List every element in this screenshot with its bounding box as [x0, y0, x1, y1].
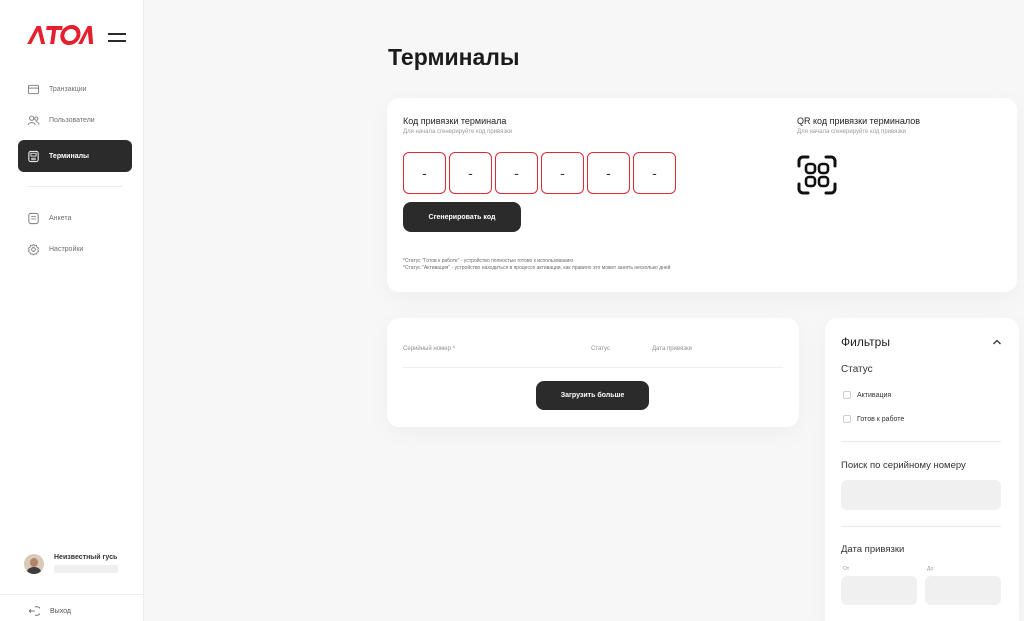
sidebar-item-users[interactable]: Пользователи	[18, 109, 132, 131]
chevron-up-icon[interactable]	[992, 338, 1002, 346]
sidebar-item-label: Транзакции	[49, 85, 87, 93]
code-digit: -	[633, 152, 676, 194]
logout-button[interactable]: Выход	[28, 605, 71, 617]
sidebar-item-label: Пользователи	[49, 116, 95, 124]
load-more-button[interactable]: Загрузить больше	[536, 381, 649, 410]
avatar	[24, 554, 44, 574]
divider	[841, 526, 1001, 527]
checkbox-label: Готов к работе	[857, 415, 905, 423]
date-filter-label: Дата привязки	[841, 544, 905, 555]
nav-divider	[28, 186, 122, 187]
sidebar-item-transactions[interactable]: Транзакции	[18, 78, 132, 100]
sidebar-item-label: Настройки	[49, 245, 84, 253]
bind-code-title: Код привязки терминала	[403, 116, 507, 126]
user-profile[interactable]: Неизвестный гусь	[24, 554, 118, 574]
menu-icon[interactable]	[108, 33, 126, 43]
form-icon	[28, 212, 39, 224]
status-filter-label: Статус	[841, 364, 873, 375]
users-icon	[27, 115, 40, 125]
code-digit: -	[495, 152, 538, 194]
logo-row	[26, 24, 126, 52]
sidebar: Транзакции Пользователи Терминалы Анкета…	[0, 0, 144, 621]
serial-search-label: Поиск по серийному номеру	[841, 460, 966, 471]
date-to-input[interactable]	[925, 576, 1001, 605]
code-digit: -	[403, 152, 446, 194]
sidebar-item-label: Анкета	[49, 214, 72, 222]
wallet-icon	[27, 84, 40, 94]
checkbox-label: Активация	[857, 391, 892, 399]
sidebar-item-settings[interactable]: Настройки	[18, 238, 132, 260]
checkbox[interactable]	[843, 415, 851, 423]
user-name: Неизвестный гусь	[54, 554, 118, 561]
terminal-icon	[28, 150, 39, 162]
qr-subtitle: Для начала сгенерируйте код привязки	[797, 129, 907, 135]
bind-code-card: Код привязки терминала Для начала сгенер…	[387, 98, 1017, 292]
sidebar-nav: Транзакции Пользователи Терминалы Анкета…	[18, 78, 132, 269]
date-from-label: От	[843, 566, 850, 572]
qr-code-icon	[797, 155, 837, 195]
column-header-status: Статус	[591, 346, 610, 352]
terminals-table-card: Серийный номер ^ Статус Дата привязки За…	[387, 318, 799, 427]
status-checkbox-activation[interactable]: Активация	[843, 391, 891, 399]
code-digit: -	[541, 152, 584, 194]
status-notes: *Статус "Готов к работе" - устройство по…	[403, 258, 670, 272]
gear-icon	[27, 243, 40, 256]
column-header-serial[interactable]: Серийный номер ^	[403, 346, 455, 352]
code-digit: -	[587, 152, 630, 194]
date-from-input[interactable]	[841, 576, 917, 605]
sidebar-item-label: Терминалы	[49, 152, 90, 160]
column-header-date: Дата привязки	[652, 346, 692, 352]
atol-logo[interactable]	[24, 24, 96, 52]
filters-title: Фильтры	[841, 335, 890, 349]
filters-panel: Фильтры Статус Активация Готов к работе …	[825, 318, 1019, 621]
bind-code-subtitle: Для начала сгенерируйте код привязки	[403, 129, 513, 135]
date-to-label: До	[927, 566, 934, 572]
qr-title: QR код привязки терминалов	[797, 116, 921, 126]
sidebar-item-form[interactable]: Анкета	[18, 207, 132, 229]
code-digit: -	[449, 152, 492, 194]
logout-icon	[28, 606, 40, 616]
status-checkbox-ready[interactable]: Готов к работе	[843, 415, 904, 423]
divider	[841, 441, 1001, 442]
page-title: Терминалы	[388, 44, 520, 70]
generate-code-button[interactable]: Сгенерировать код	[403, 202, 521, 232]
status-note: *Статус "Активация" - устройство находит…	[403, 265, 671, 271]
code-boxes: - - - - - -	[403, 152, 679, 194]
status-note: *Статус "Готов к работе" - устройство по…	[403, 258, 574, 264]
checkbox[interactable]	[843, 391, 851, 399]
user-subtitle-placeholder	[54, 565, 118, 573]
divider	[0, 594, 144, 595]
sidebar-item-terminals[interactable]: Терминалы	[18, 140, 132, 172]
serial-search-input[interactable]	[841, 480, 1001, 510]
logout-label: Выход	[50, 607, 71, 615]
table-header: Серийный номер ^ Статус Дата привязки	[403, 346, 783, 368]
